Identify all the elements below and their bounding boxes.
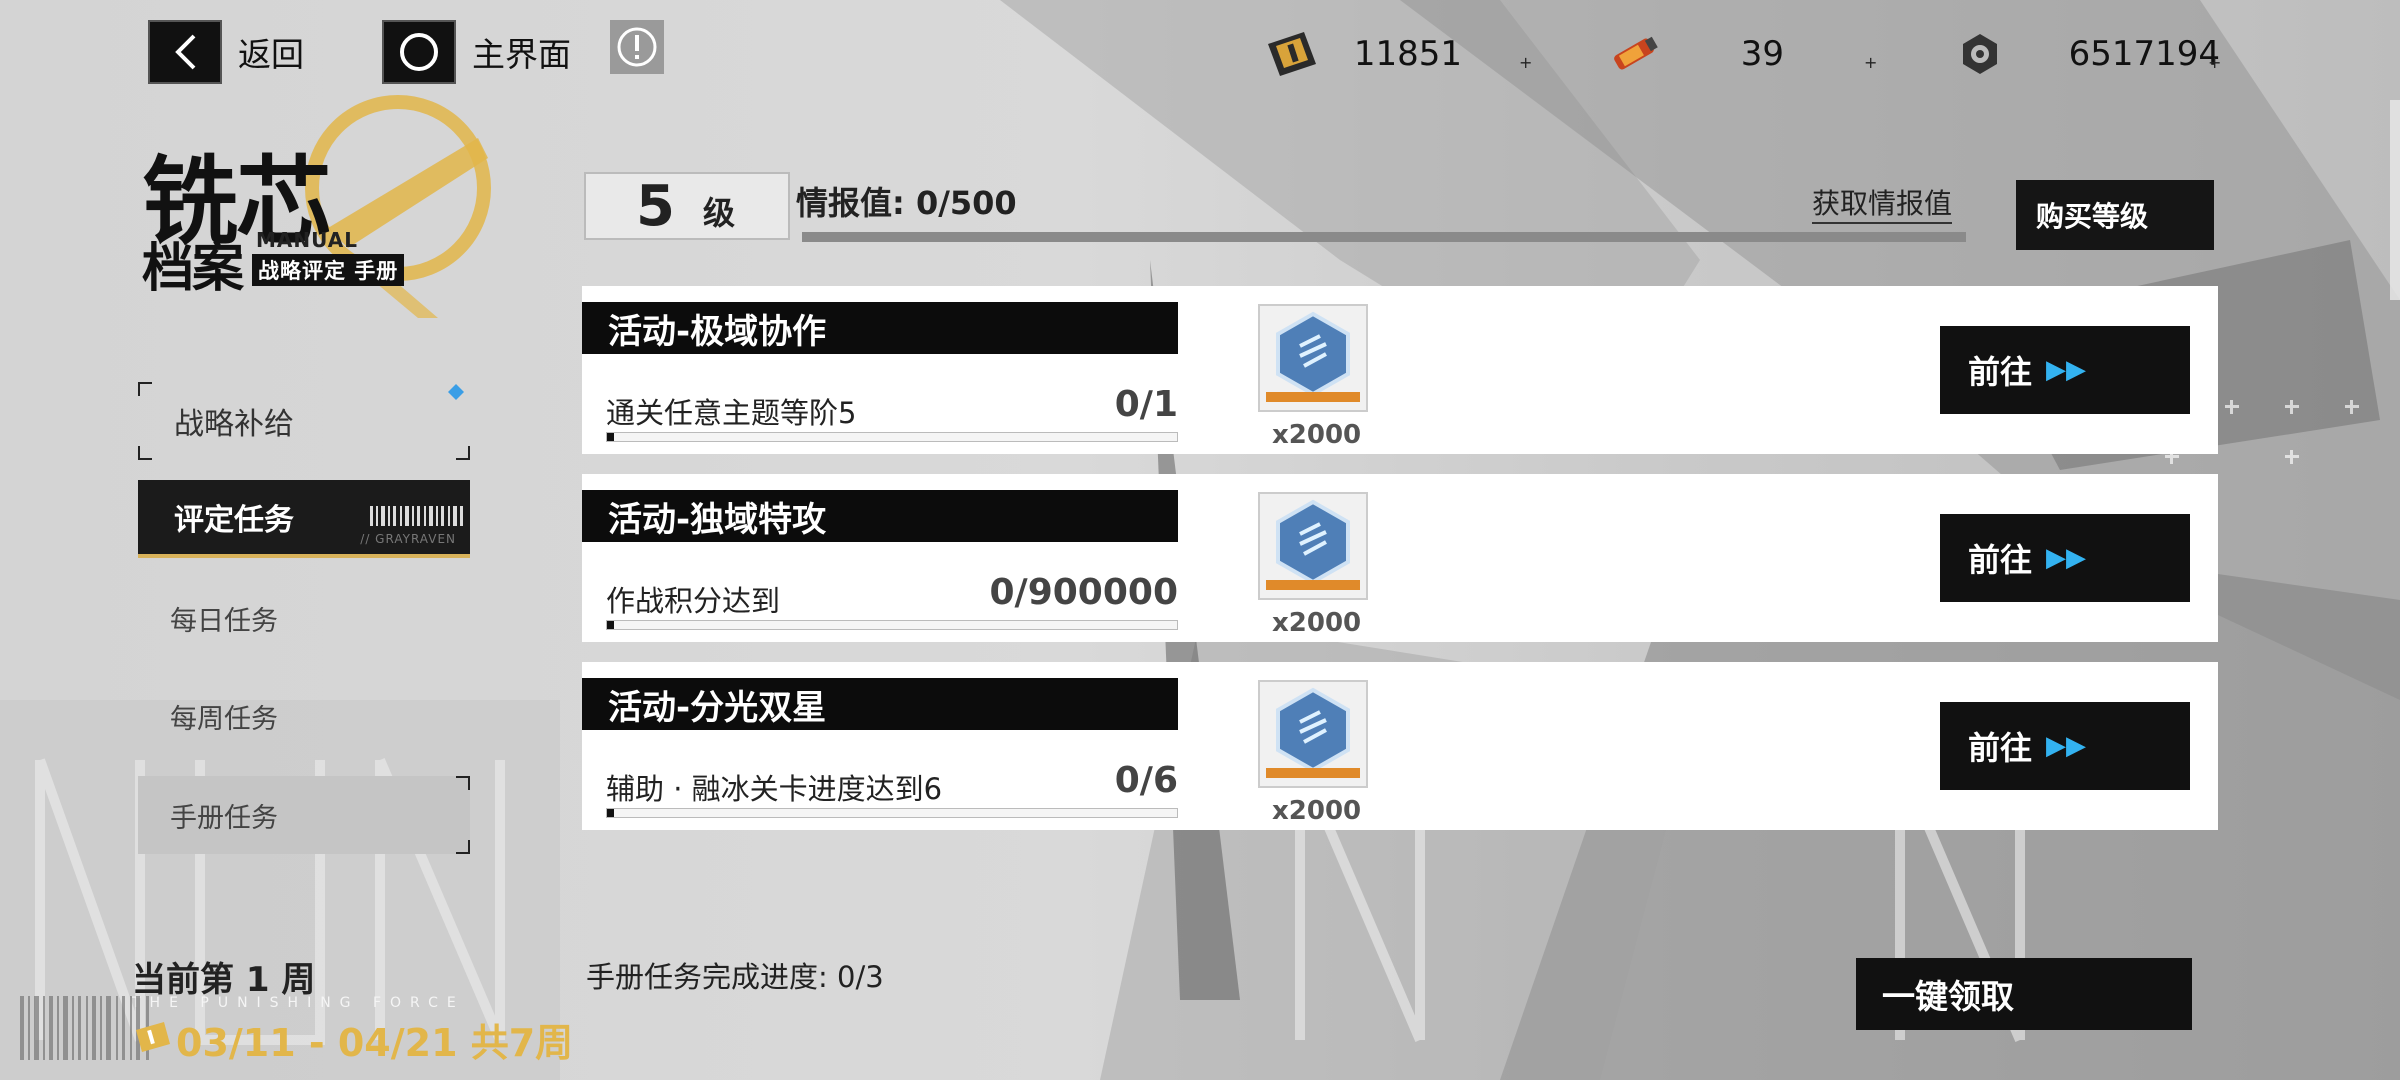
go-button[interactable]: 前往 ▶▶ — [1940, 514, 2190, 602]
brand-tagline: THE PUNISHING FORCE — [132, 995, 465, 1011]
bracket-corner — [138, 382, 152, 396]
add-ticket-button[interactable]: + — [1519, 32, 1532, 92]
nav-evaluation-tasks[interactable]: 评定任务 // GRAYRAVEN — [138, 480, 470, 558]
new-badge-icon — [448, 384, 464, 400]
double-arrow-icon: ▶▶ — [2046, 543, 2087, 573]
reward-quantity: x2000 — [1272, 796, 1362, 826]
task-progress-fill — [607, 433, 614, 441]
task-card: 活动-极域协作 通关任意主题等阶5 0/1 x2000 前往 ▶▶ — [582, 286, 2218, 454]
bracket-corner — [456, 776, 470, 790]
exclamation-icon — [617, 27, 657, 67]
claim-all-button[interactable]: 一键领取 — [1856, 958, 2192, 1030]
reward-quantity: x2000 — [1272, 608, 1362, 638]
supply-hexagon-icon[interactable] — [1258, 492, 1368, 600]
logo-title-line2: 档案 — [142, 239, 244, 299]
level-number: 5 — [636, 173, 675, 239]
task-title: 活动-极域协作 — [582, 302, 1178, 354]
home-label: 主界面 — [472, 35, 571, 74]
nav-strategic-supply-label: 战略补给 — [174, 407, 294, 442]
back-button[interactable]: 返回 — [148, 20, 304, 84]
circle-icon — [382, 20, 456, 84]
home-button[interactable]: 主界面 — [382, 20, 571, 84]
reward-quantity: x2000 — [1272, 420, 1362, 450]
back-label: 返回 — [238, 35, 304, 74]
task-progress-fill — [607, 809, 614, 817]
current-week-label: 当前第 1 周 — [132, 960, 316, 1000]
logo-subtitle: 战略评定 手册 — [252, 254, 405, 286]
level-unit: 级 — [702, 194, 735, 232]
get-intel-link[interactable]: 获取情报值 — [1812, 182, 1953, 224]
supply-hexagon-icon[interactable] — [1258, 304, 1368, 412]
logo-manual-text: MANUAL — [256, 228, 358, 252]
nav-weekly-tasks-label: 每周任务 — [170, 703, 278, 735]
go-button-label: 前往 — [1968, 729, 2033, 767]
supply-hexagon-icon[interactable] — [1258, 680, 1368, 788]
buy-level-button[interactable]: 购买等级 — [2016, 180, 2214, 250]
level-box: 5 级 — [584, 172, 790, 240]
task-progress-bar — [606, 808, 1178, 818]
task-progress-fill — [607, 621, 614, 629]
nav-manual-tasks[interactable]: 手册任务 — [138, 776, 470, 854]
manual-task-summary: 手册任务完成进度: 0/3 — [586, 960, 884, 994]
double-arrow-icon: ▶▶ — [2046, 731, 2087, 761]
barcode-icon — [370, 506, 463, 526]
task-progress-bar — [606, 432, 1178, 442]
go-button-label: 前往 — [1968, 353, 2033, 391]
ticket-icon — [1262, 24, 1322, 84]
season-dates: 03/11 - 04/21 共7周 — [176, 1021, 574, 1065]
cog-coin-icon — [1950, 24, 2010, 84]
task-progress-text: 0/6 — [1114, 760, 1178, 801]
serum-vial-icon — [1604, 24, 1664, 84]
bracket-corner — [138, 446, 152, 460]
chevron-left-icon — [148, 20, 222, 84]
bracket-corner — [456, 840, 470, 854]
ticket-icon — [136, 1022, 170, 1052]
resource-ticket-value: 11851 — [1353, 34, 1462, 74]
go-button-label: 前往 — [1968, 541, 2033, 579]
nav-daily-tasks[interactable]: 每日任务 — [138, 582, 470, 654]
resource-coin: 6517194 — [1950, 24, 2240, 84]
go-button[interactable]: 前往 ▶▶ — [1940, 326, 2190, 414]
go-button[interactable]: 前往 ▶▶ — [1940, 702, 2190, 790]
task-progress-text: 0/900000 — [989, 572, 1179, 613]
task-title: 活动-独域特攻 — [582, 490, 1178, 542]
nav-weekly-tasks[interactable]: 每周任务 — [138, 680, 470, 752]
bracket-corner — [456, 446, 470, 460]
double-arrow-icon: ▶▶ — [2046, 355, 2087, 385]
add-coin-button[interactable]: + — [2208, 32, 2221, 92]
resource-ticket: 11851 — [1262, 24, 1482, 84]
intel-progress-bar — [802, 232, 1966, 242]
resource-coin-value: 6517194 — [2068, 34, 2220, 74]
task-title: 活动-分光双星 — [582, 678, 1178, 730]
task-progress-bar — [606, 620, 1178, 630]
task-card: 活动-独域特攻 作战积分达到 0/900000 x2000 前往 ▶▶ — [582, 474, 2218, 642]
nav-manual-tasks-label: 手册任务 — [170, 802, 278, 834]
resource-serum-value: 39 — [1740, 34, 1784, 74]
resource-serum: 39 — [1604, 24, 1824, 84]
nav-eval-deco-text: // GRAYRAVEN — [360, 532, 456, 546]
task-card: 活动-分光双星 辅助 · 融冰关卡进度达到6 0/6 x2000 前往 ▶▶ — [582, 662, 2218, 830]
task-progress-text: 0/1 — [1114, 384, 1178, 425]
add-serum-button[interactable]: + — [1864, 32, 1877, 92]
intel-value-label: 情报值: 0/500 — [796, 184, 1017, 222]
nav-daily-tasks-label: 每日任务 — [170, 605, 278, 637]
nav-strategic-supply[interactable]: 战略补给 — [138, 382, 470, 460]
manual-logo: 铣芯 档案 MANUAL 战略评定 手册 — [138, 95, 518, 338]
nav-evaluation-tasks-label: 评定任务 — [174, 503, 294, 538]
info-button[interactable] — [610, 20, 664, 74]
